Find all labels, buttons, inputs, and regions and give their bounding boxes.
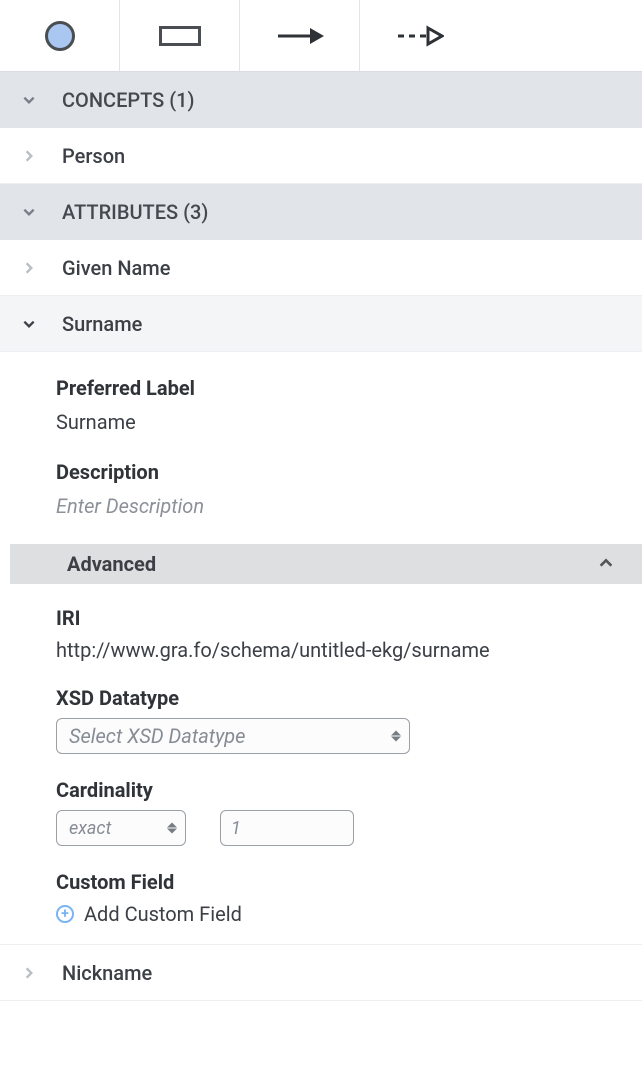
concept-item[interactable]: Person — [0, 128, 642, 184]
cardinality-mode-value: exact — [69, 818, 111, 839]
toolbar — [0, 0, 642, 72]
advanced-content: IRI http://www.gra.fo/schema/untitled-ek… — [56, 584, 642, 926]
chevron-right-icon — [20, 259, 38, 277]
xsd-datatype-label: XSD Datatype — [56, 686, 642, 710]
arrow-right-dashed-icon — [396, 24, 444, 48]
description-label: Description — [56, 460, 642, 484]
iri-label: IRI — [56, 606, 642, 630]
tool-arrow-dashed[interactable] — [360, 0, 480, 71]
chevron-up-icon — [598, 552, 614, 576]
section-attributes-label: ATTRIBUTES (3) — [62, 200, 208, 224]
description-input[interactable]: Enter Description — [56, 494, 642, 518]
chevron-right-icon — [20, 964, 38, 982]
attribute-item[interactable]: Nickname — [0, 945, 642, 1001]
cardinality-mode-select[interactable]: exact — [56, 810, 186, 846]
section-concepts-header[interactable]: CONCEPTS (1) — [0, 72, 642, 128]
add-custom-field-button[interactable]: + Add Custom Field — [56, 902, 642, 926]
tool-concept-rect[interactable] — [120, 0, 240, 71]
chevron-down-icon — [20, 203, 38, 221]
chevron-right-icon — [20, 147, 38, 165]
attribute-detail-panel: Preferred Label Surname Description Ente… — [0, 352, 642, 945]
attribute-item-expanded[interactable]: Surname — [0, 296, 642, 352]
xsd-datatype-select[interactable]: Select XSD Datatype — [56, 718, 410, 754]
attribute-item[interactable]: Given Name — [0, 240, 642, 296]
chevron-down-icon — [20, 91, 38, 109]
chevron-down-icon — [20, 315, 38, 333]
stepper-icon — [391, 731, 401, 742]
arrow-right-icon — [276, 24, 324, 48]
iri-value[interactable]: http://www.gra.fo/schema/untitled-ekg/su… — [56, 638, 642, 662]
custom-field-label: Custom Field — [56, 870, 642, 894]
cardinality-value-placeholder: 1 — [231, 818, 241, 839]
section-attributes-header[interactable]: ATTRIBUTES (3) — [0, 184, 642, 240]
cardinality-value-input[interactable]: 1 — [220, 810, 354, 846]
cardinality-label: Cardinality — [56, 778, 642, 802]
plus-circle-icon: + — [56, 905, 74, 923]
tool-arrow-solid[interactable] — [240, 0, 360, 71]
xsd-datatype-placeholder: Select XSD Datatype — [69, 724, 245, 748]
tool-concept-circle[interactable] — [0, 0, 120, 71]
stepper-icon — [167, 823, 177, 834]
advanced-toggle[interactable]: Advanced — [10, 544, 642, 584]
advanced-label: Advanced — [67, 552, 156, 576]
circle-icon — [45, 21, 75, 51]
attribute-item-label: Nickname — [62, 961, 152, 985]
attribute-item-label: Given Name — [62, 256, 170, 280]
rectangle-icon — [159, 26, 201, 46]
preferred-label-label: Preferred Label — [56, 376, 642, 400]
section-concepts-label: CONCEPTS (1) — [62, 88, 195, 112]
concept-item-label: Person — [62, 144, 125, 168]
add-custom-field-label: Add Custom Field — [84, 902, 242, 926]
preferred-label-value[interactable]: Surname — [56, 410, 642, 434]
attribute-item-label: Surname — [62, 312, 142, 336]
